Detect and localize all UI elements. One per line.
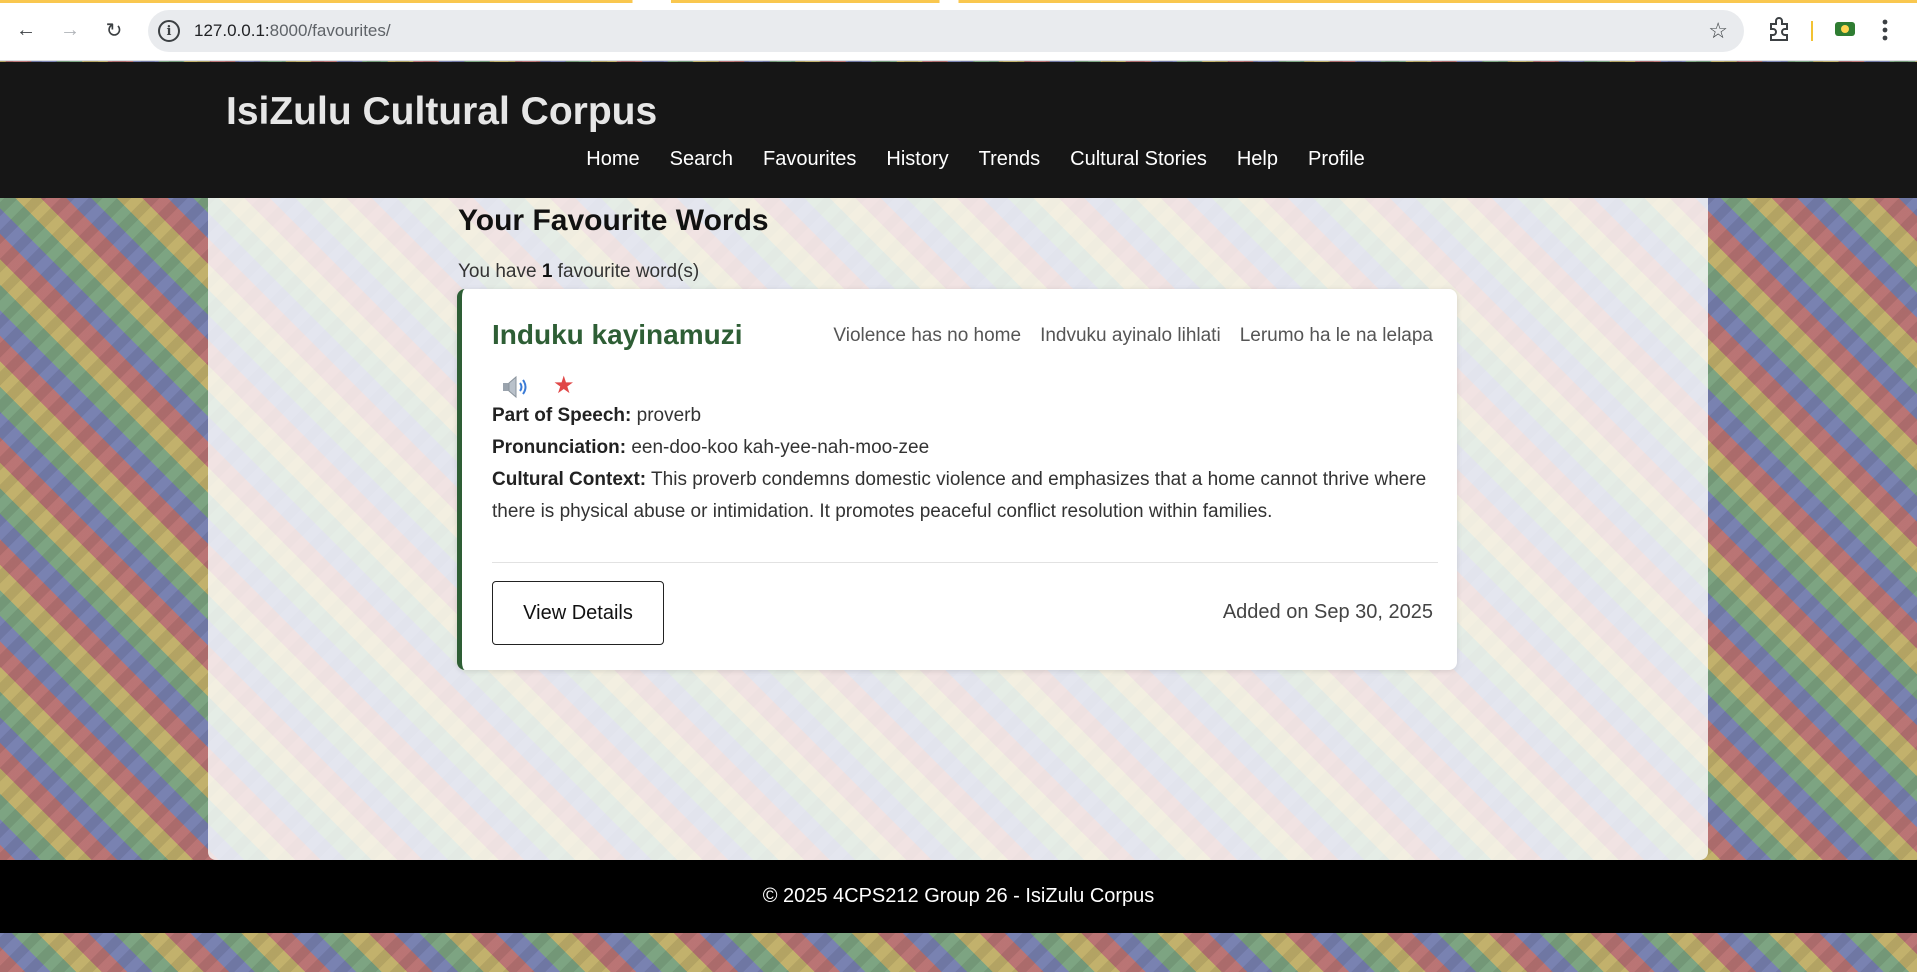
nav-link-trends[interactable]: Trends [979,148,1041,171]
count-prefix: You have [458,261,542,282]
favourite-count-text: You have 1 favourite word(s) [458,261,699,283]
site-title[interactable]: IsiZulu Cultural Corpus [226,90,657,134]
site-header: IsiZulu Cultural Corpus Home Search Favo… [0,62,1917,198]
back-button[interactable]: ← [10,14,42,46]
translation-sesotho: Lerumo ha le na lelapa [1239,325,1433,346]
pronunciation-row: Pronunciation: een-doo-koo kah-yee-nah-m… [492,432,1442,464]
word-title: Induku kayinamuzi [492,319,743,350]
main-nav: Home Search Favourites History Trends Cu… [0,148,1917,171]
favourite-word-card: Induku kayinamuzi Violence has no home I… [457,289,1457,670]
nav-link-home[interactable]: Home [586,148,639,171]
url-text[interactable]: 127.0.0.1:8000/favourites/ [194,21,391,41]
translation-siswati: Indvuku ayinalo lihlati [1040,325,1221,346]
site-info-icon[interactable]: i [158,20,180,42]
part-of-speech-label: Part of Speech: [492,405,632,426]
translations-list: Violence has no home Indvuku ayinalo lih… [814,325,1433,347]
cultural-context-label: Cultural Context: [492,469,647,490]
speaker-audio-icon[interactable] [502,375,530,399]
toolbar-separator [1811,21,1813,41]
favourite-star-icon[interactable]: ★ [553,371,575,400]
browser-toolbar: ← → ↻ i 127.0.0.1:8000/favourites/ ☆ [0,0,1917,61]
card-divider [492,562,1438,563]
browser-menu-icon[interactable] [1882,18,1888,42]
url-host: 127.0.0.1: [194,21,270,40]
bookmark-star-icon[interactable]: ☆ [1708,18,1728,44]
count-suffix: favourite word(s) [552,261,700,282]
translation-english: Violence has no home [833,325,1022,346]
view-details-button[interactable]: View Details [492,581,664,645]
url-path: 8000/favourites/ [269,21,391,40]
site-footer: © 2025 4CPS212 Group 26 - IsiZulu Corpus [0,860,1917,933]
added-on-date: Added on Sep 30, 2025 [1222,601,1433,623]
part-of-speech-value: proverb [631,405,702,426]
nav-link-history[interactable]: History [886,148,948,171]
nav-link-search[interactable]: Search [670,148,733,171]
address-bar[interactable]: i 127.0.0.1:8000/favourites/ ☆ [148,10,1744,52]
part-of-speech-row: Part of Speech: proverb [492,400,1442,432]
profile-extension-icon[interactable] [1834,19,1856,39]
footer-copyright: © 2025 4CPS212 Group 26 - IsiZulu Corpus [762,885,1155,907]
nav-link-profile[interactable]: Profile [1308,148,1365,171]
nav-link-help[interactable]: Help [1237,148,1278,171]
count-value: 1 [541,261,553,282]
page-load-progress-bar [0,0,1917,3]
nav-link-cultural-stories[interactable]: Cultural Stories [1070,148,1207,171]
pronunciation-label: Pronunciation: [492,437,627,458]
extensions-puzzle-icon[interactable] [1766,16,1792,42]
forward-button[interactable]: → [54,14,86,46]
cultural-context-row: Cultural Context: This proverb condemns … [492,464,1442,528]
reload-button[interactable]: ↻ [98,14,130,46]
page-title: Your Favourite Words [458,204,769,237]
pronunciation-value: een-doo-koo kah-yee-nah-moo-zee [626,437,930,458]
nav-link-favourites[interactable]: Favourites [763,148,856,171]
